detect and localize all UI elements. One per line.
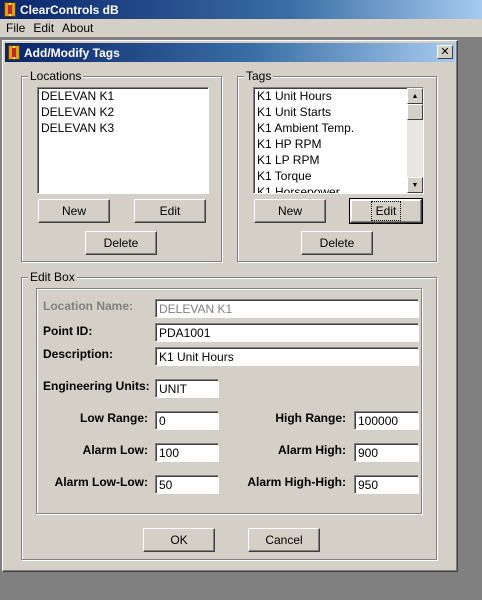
location-item[interactable]: DELEVAN K1 [38,88,208,104]
app-title: ClearControls dB [20,2,119,17]
menu-edit[interactable]: Edit [29,21,58,35]
tag-item[interactable]: K1 Unit Starts [254,104,423,120]
scroll-thumb[interactable] [407,104,423,120]
tag-item[interactable]: K1 Unit Hours [254,88,423,104]
tags-edit-button[interactable]: Edit [349,198,423,224]
ok-button[interactable]: OK [143,528,215,552]
locations-group: Locations DELEVAN K1 DELEVAN K2 DELEVAN … [21,69,222,262]
low-range-field[interactable] [155,411,219,430]
tag-item[interactable]: K1 Ambient Temp. [254,120,423,136]
point-id-label: Point ID: [43,324,93,338]
location-name-field[interactable] [155,299,419,318]
dialog-title: Add/Modify Tags [24,45,120,60]
high-range-label: High Range: [275,411,346,425]
tags-group-label: Tags [244,69,274,83]
tags-new-label: New [277,204,302,218]
alarm-low-field[interactable] [155,443,219,462]
point-id-field[interactable] [155,323,419,342]
low-range-label: Low Range: [80,411,148,425]
alarm-low-low-field[interactable] [155,475,219,494]
description-field[interactable] [155,347,419,366]
alarm-high-high-field[interactable] [354,475,419,494]
location-name-label: Location Name: [43,299,134,313]
dialog-icon [8,45,20,60]
high-range-field[interactable] [354,411,419,430]
tag-item[interactable]: K1 HP RPM [254,136,423,152]
locations-delete-label: Delete [103,236,139,250]
edit-box-group: Edit Box Location Name: Point ID: Descri… [21,270,437,560]
app-icon [4,2,16,17]
alarm-high-high-label: Alarm High-High: [247,475,346,489]
ok-label: OK [170,533,188,547]
locations-edit-label: Edit [159,204,181,218]
alarm-low-low-label: Alarm Low-Low: [54,475,148,489]
locations-delete-button[interactable]: Delete [85,231,157,255]
cancel-label: Cancel [265,533,303,547]
tags-delete-label: Delete [319,236,355,250]
tag-item[interactable]: K1 LP RPM [254,152,423,168]
description-label: Description: [43,347,114,361]
dialog-titlebar: Add/Modify Tags ✕ [5,43,455,62]
tags-group: Tags K1 Unit Hours K1 Unit Starts K1 Amb… [237,69,437,262]
locations-group-label: Locations [28,69,84,83]
tags-scrollbar[interactable]: ▲ ▼ [407,88,423,193]
tags-listbox[interactable]: K1 Unit Hours K1 Unit Starts K1 Ambient … [253,87,424,194]
tags-new-button[interactable]: New [254,199,326,223]
alarm-low-label: Alarm Low: [82,443,148,457]
app-titlebar: ClearControls dB [0,0,482,19]
tag-item[interactable]: K1 Horsepower [254,184,423,193]
tag-item[interactable]: K1 Torque [254,168,423,184]
locations-listbox[interactable]: DELEVAN K1 DELEVAN K2 DELEVAN K3 [37,87,209,194]
cancel-button[interactable]: Cancel [248,528,320,552]
locations-new-button[interactable]: New [38,199,110,223]
menubar: File Edit About [0,19,482,37]
locations-edit-button[interactable]: Edit [134,199,206,223]
location-item[interactable]: DELEVAN K3 [38,120,208,136]
engineering-units-field[interactable] [155,379,219,398]
menu-about[interactable]: About [58,21,97,35]
alarm-high-label: Alarm High: [277,443,346,457]
add-modify-tags-dialog: Add/Modify Tags ✕ Locations DELEVAN K1 D… [2,40,458,572]
location-item[interactable]: DELEVAN K2 [38,104,208,120]
tags-edit-label: Edit [370,201,402,221]
edit-box-group-label: Edit Box [28,270,77,284]
locations-new-label: New [61,204,86,218]
close-icon[interactable]: ✕ [437,45,453,59]
engineering-units-label: Engineering Units: [43,379,150,393]
scroll-up-icon[interactable]: ▲ [407,88,423,104]
tags-delete-button[interactable]: Delete [301,231,373,255]
menu-file[interactable]: File [2,21,29,35]
scroll-down-icon[interactable]: ▼ [407,177,423,193]
alarm-high-field[interactable] [354,443,419,462]
